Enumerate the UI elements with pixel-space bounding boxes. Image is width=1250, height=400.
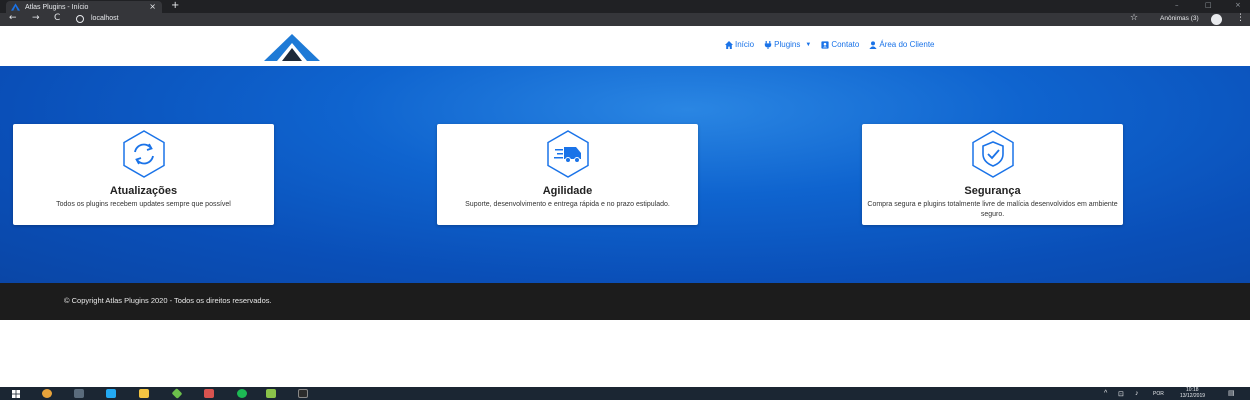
nav-item-label: Plugins xyxy=(774,40,801,49)
nav-item-label: Início xyxy=(735,40,755,49)
network-icon[interactable]: ⊡ xyxy=(1118,390,1124,398)
site-footer: © Copyright Atlas Plugins 2020 - Todos o… xyxy=(0,283,1250,320)
profile-avatar-icon[interactable] xyxy=(1211,14,1222,25)
file-explorer-taskbar-icon[interactable] xyxy=(139,389,149,398)
contact-card-icon xyxy=(821,40,829,49)
user-icon xyxy=(869,40,877,49)
forward-button[interactable]: → xyxy=(32,13,40,23)
profile-label[interactable]: Anônimas (3) xyxy=(1160,15,1199,22)
browser-tab[interactable]: Atlas Plugins - Início × xyxy=(6,1,162,13)
feature-card-seguranca: Segurança Compra segura e plugins totalm… xyxy=(862,124,1123,225)
notifications-icon[interactable]: ▤ xyxy=(1228,389,1235,397)
tray-language[interactable]: POR xyxy=(1153,391,1164,397)
feature-title: Atualizações xyxy=(109,185,178,197)
app-taskbar-icon[interactable] xyxy=(266,389,276,398)
tray-chevron-icon[interactable]: ^ xyxy=(1104,390,1107,397)
feature-card-agilidade: Agilidade Suporte, desenvolvimento e ent… xyxy=(437,124,698,225)
windows-start-icon[interactable] xyxy=(12,390,20,398)
copyright-text: © Copyright Atlas Plugins 2020 - Todos o… xyxy=(64,296,272,305)
browser-menu-icon[interactable]: ⋮ xyxy=(1236,13,1245,23)
spotify-taskbar-icon[interactable] xyxy=(237,389,247,398)
new-tab-button[interactable]: + xyxy=(171,0,179,11)
site-header: Início Plugins ▼ Contato Área do Cliente xyxy=(0,26,1250,66)
feature-title: Segurança xyxy=(964,185,1021,197)
browser-address-bar: ← → C localhost ☆ Anônimas (3) ⋮ xyxy=(0,13,1250,26)
features-hero: Atualizações Todos os plugins recebem up… xyxy=(0,66,1250,283)
nav-item-plugins[interactable]: Plugins ▼ xyxy=(764,40,811,49)
vscode-taskbar-icon[interactable] xyxy=(106,389,116,398)
app-taskbar-icon[interactable] xyxy=(204,389,214,398)
tray-date[interactable]: 13/12/2019 xyxy=(1180,393,1205,399)
terminal-taskbar-icon[interactable] xyxy=(298,389,308,398)
url-field[interactable]: localhost xyxy=(91,15,119,22)
app-taskbar-icon[interactable] xyxy=(171,388,183,399)
bookmark-star-icon[interactable]: ☆ xyxy=(1130,13,1138,23)
feature-description: Todos os plugins recebem updates sempre … xyxy=(56,201,231,208)
home-icon xyxy=(725,40,733,49)
chevron-down-icon: ▼ xyxy=(805,41,812,48)
feature-description: Compra segura e plugins totalmente livre… xyxy=(867,201,1118,218)
delivery-truck-icon xyxy=(546,130,589,178)
nav-item-label: Contato xyxy=(831,40,860,49)
chrome-taskbar-icon[interactable] xyxy=(42,389,52,398)
nav-item-contato[interactable]: Contato xyxy=(821,40,859,49)
atlas-logo[interactable] xyxy=(264,34,320,61)
reload-button[interactable]: C xyxy=(54,13,60,23)
refresh-icon xyxy=(122,130,165,178)
close-window-button[interactable]: × xyxy=(1235,1,1241,9)
minimize-button[interactable]: – xyxy=(1175,1,1179,9)
nav-item-inicio[interactable]: Início xyxy=(725,40,754,49)
feature-card-atualizacoes: Atualizações Todos os plugins recebem up… xyxy=(13,124,274,225)
nav-item-area-do-cliente[interactable]: Área do Cliente xyxy=(869,40,935,49)
volume-icon[interactable]: ♪ xyxy=(1135,390,1139,397)
site-info-icon[interactable] xyxy=(76,15,84,23)
windows-taskbar: ^ ⊡ ♪ POR 10:18 13/12/2019 ▤ xyxy=(0,387,1250,400)
browser-tab-bar: Atlas Plugins - Início × + – □ × xyxy=(0,0,1250,13)
shield-check-icon xyxy=(971,130,1014,178)
plug-icon xyxy=(764,40,772,49)
atlas-favicon-icon xyxy=(11,3,20,11)
back-button[interactable]: ← xyxy=(9,13,17,23)
feature-description: Suporte, desenvolvimento e entrega rápid… xyxy=(465,201,670,208)
nav-item-label: Área do Cliente xyxy=(879,40,935,49)
app-taskbar-icon[interactable] xyxy=(74,389,84,398)
tab-close-icon[interactable]: × xyxy=(149,2,156,11)
feature-title: Agilidade xyxy=(542,185,593,197)
maximize-button[interactable]: □ xyxy=(1205,1,1212,9)
main-nav: Início Plugins ▼ Contato Área do Cliente xyxy=(725,40,935,49)
tab-title: Atlas Plugins - Início xyxy=(25,3,89,11)
